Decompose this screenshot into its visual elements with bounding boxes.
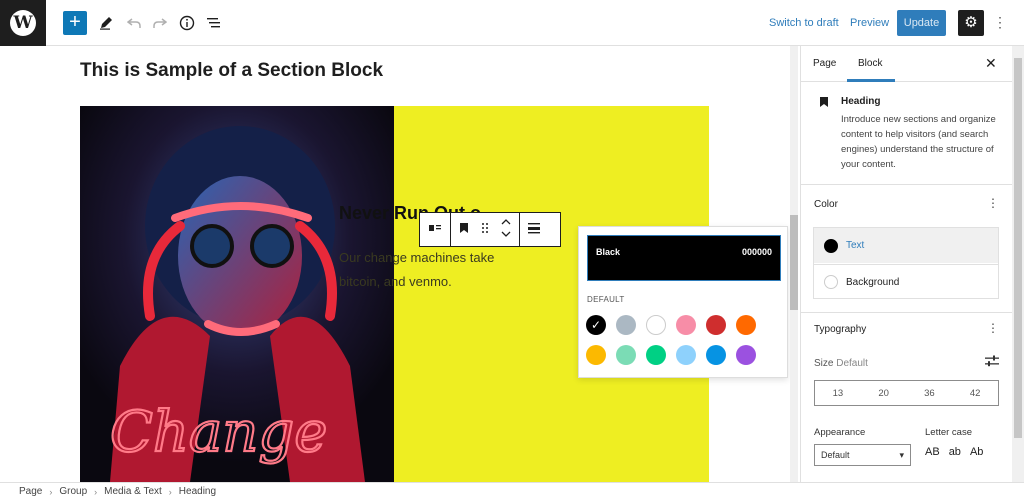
info-icon[interactable] bbox=[177, 13, 197, 33]
block-breadcrumb: Page › Group › Media & Text › Heading bbox=[0, 482, 1024, 500]
swatch-white[interactable] bbox=[646, 315, 666, 335]
color-panel-title[interactable]: Color bbox=[814, 199, 838, 210]
font-size-option[interactable]: 20 bbox=[878, 388, 889, 399]
settings-sidebar: Page Block ✕ Heading Introduce new secti… bbox=[800, 46, 1012, 482]
media-text-block-icon bbox=[428, 222, 442, 237]
tab-page[interactable]: Page bbox=[813, 58, 836, 69]
editor-canvas: This is Sample of a Section Block Change… bbox=[0, 46, 800, 482]
custom-size-icon[interactable] bbox=[985, 355, 999, 370]
chevron-down-icon: ▾ bbox=[899, 450, 904, 460]
color-picker-popover: Black 000000 DEFAULT bbox=[578, 226, 788, 378]
breadcrumb-separator: › bbox=[49, 486, 53, 497]
align-icon[interactable] bbox=[528, 222, 540, 237]
more-options-icon[interactable]: ⋮ bbox=[993, 14, 1007, 31]
block-card-title: Heading bbox=[841, 96, 881, 107]
undo-icon[interactable] bbox=[124, 13, 144, 33]
media-text-paragraph[interactable]: Our change machines take bitcoin, and ve… bbox=[339, 246, 499, 294]
swatch-vivid-cyan-blue[interactable] bbox=[706, 345, 726, 365]
sidebar-scrollbar-thumb[interactable] bbox=[1014, 58, 1022, 438]
list-view-icon[interactable] bbox=[204, 13, 224, 33]
font-size-label: Size Default bbox=[814, 358, 868, 369]
palette-label: DEFAULT bbox=[587, 295, 625, 304]
swatch-vivid-purple[interactable] bbox=[736, 345, 756, 365]
color-text-option[interactable]: Text bbox=[814, 228, 998, 263]
background-color-indicator bbox=[824, 275, 838, 289]
selected-color-name: Black bbox=[596, 247, 621, 257]
sidebar-tabs: Page Block ✕ bbox=[801, 46, 1012, 82]
breadcrumb-item[interactable]: Heading bbox=[179, 486, 216, 497]
letter-case-option[interactable]: AB bbox=[925, 446, 940, 458]
color-options-icon[interactable]: ⋮ bbox=[987, 196, 999, 210]
paragraph-line-2: bitcoin, and venmo. bbox=[339, 274, 452, 289]
parent-block-button[interactable] bbox=[420, 213, 451, 246]
block-card-description: Introduce new sections and organize cont… bbox=[841, 114, 996, 170]
selected-color-preview[interactable]: Black 000000 bbox=[587, 235, 781, 281]
swatch-luminous-vivid-orange[interactable] bbox=[736, 315, 756, 335]
font-size-option[interactable]: 36 bbox=[924, 388, 935, 399]
size-label-value: Default bbox=[836, 358, 868, 369]
breadcrumb-separator: › bbox=[94, 486, 98, 497]
typography-panel-title[interactable]: Typography bbox=[814, 324, 866, 335]
canvas-scrollbar-thumb[interactable] bbox=[790, 215, 798, 310]
letter-case-option[interactable]: ab bbox=[949, 446, 961, 458]
swatch-black[interactable] bbox=[586, 315, 606, 335]
wordpress-logo-icon: W bbox=[10, 10, 36, 36]
breadcrumb-item[interactable]: Media & Text bbox=[104, 486, 162, 497]
letter-case-label: Letter case bbox=[925, 427, 972, 438]
swatch-vivid-red[interactable] bbox=[706, 315, 726, 335]
heading-bookmark-icon bbox=[819, 96, 829, 111]
color-text-label: Text bbox=[846, 240, 865, 251]
block-mover-group bbox=[451, 213, 520, 246]
pencil-icon[interactable] bbox=[96, 13, 116, 33]
paragraph-line-1: Our change machines take bbox=[339, 250, 495, 265]
preview-button[interactable]: Preview bbox=[850, 17, 889, 29]
swatch-luminous-vivid-amber[interactable] bbox=[586, 345, 606, 365]
swatch-vivid-green-cyan[interactable] bbox=[646, 345, 666, 365]
appearance-select-value: Default bbox=[821, 450, 850, 460]
block-toolbar bbox=[419, 212, 561, 247]
breadcrumb-item[interactable]: Group bbox=[59, 486, 87, 497]
color-settings-box: Text Background bbox=[813, 227, 999, 299]
wordpress-logo-button[interactable]: W bbox=[0, 0, 46, 46]
appearance-select[interactable]: Default ▾ bbox=[814, 444, 911, 466]
editor-top-bar: W + Switch to draft Preview Update ⚙ ⋮ bbox=[0, 0, 1024, 46]
size-label-prefix: Size bbox=[814, 358, 834, 369]
block-card: Heading Introduce new sections and organ… bbox=[801, 82, 1012, 185]
swatch-pale-pink[interactable] bbox=[676, 315, 696, 335]
swatch-cyan-bluish-gray[interactable] bbox=[616, 315, 636, 335]
switch-to-draft-button[interactable]: Switch to draft bbox=[769, 17, 839, 29]
typography-options-icon[interactable]: ⋮ bbox=[987, 321, 999, 335]
appearance-label: Appearance bbox=[814, 427, 866, 438]
letter-case-option[interactable]: Ab bbox=[970, 446, 983, 458]
redo-icon[interactable] bbox=[150, 13, 170, 33]
letter-case-options: AB ab Ab bbox=[925, 446, 983, 458]
text-color-indicator bbox=[824, 238, 838, 253]
breadcrumb-separator: › bbox=[168, 486, 172, 497]
swatch-light-green-cyan[interactable] bbox=[616, 345, 636, 365]
swatch-pale-cyan-blue[interactable] bbox=[676, 345, 696, 365]
drag-handle-icon[interactable] bbox=[481, 222, 489, 237]
close-icon[interactable]: ✕ bbox=[985, 55, 997, 72]
tab-block[interactable]: Block bbox=[858, 58, 882, 69]
neon-portrait-image: Change bbox=[80, 106, 394, 482]
heading-bookmark-icon[interactable] bbox=[459, 222, 469, 237]
panel-divider bbox=[801, 312, 1012, 313]
font-size-option[interactable]: 42 bbox=[970, 388, 981, 399]
settings-gear-icon[interactable]: ⚙ bbox=[958, 10, 984, 36]
add-block-button[interactable]: + bbox=[63, 11, 87, 35]
color-background-option[interactable]: Background bbox=[814, 264, 998, 299]
section-title-heading[interactable]: This is Sample of a Section Block bbox=[80, 60, 383, 82]
align-group bbox=[520, 213, 560, 246]
neon-change-text: Change bbox=[110, 400, 327, 465]
font-size-option[interactable]: 13 bbox=[833, 388, 844, 399]
selected-color-hex: 000000 bbox=[741, 247, 772, 257]
media-image[interactable]: Change bbox=[80, 106, 394, 482]
font-size-picker: 13 20 36 42 bbox=[814, 380, 999, 406]
breadcrumb-item[interactable]: Page bbox=[19, 486, 42, 497]
move-up-down-icon[interactable] bbox=[501, 218, 511, 241]
color-background-label: Background bbox=[846, 276, 900, 288]
update-button[interactable]: Update bbox=[897, 10, 946, 36]
